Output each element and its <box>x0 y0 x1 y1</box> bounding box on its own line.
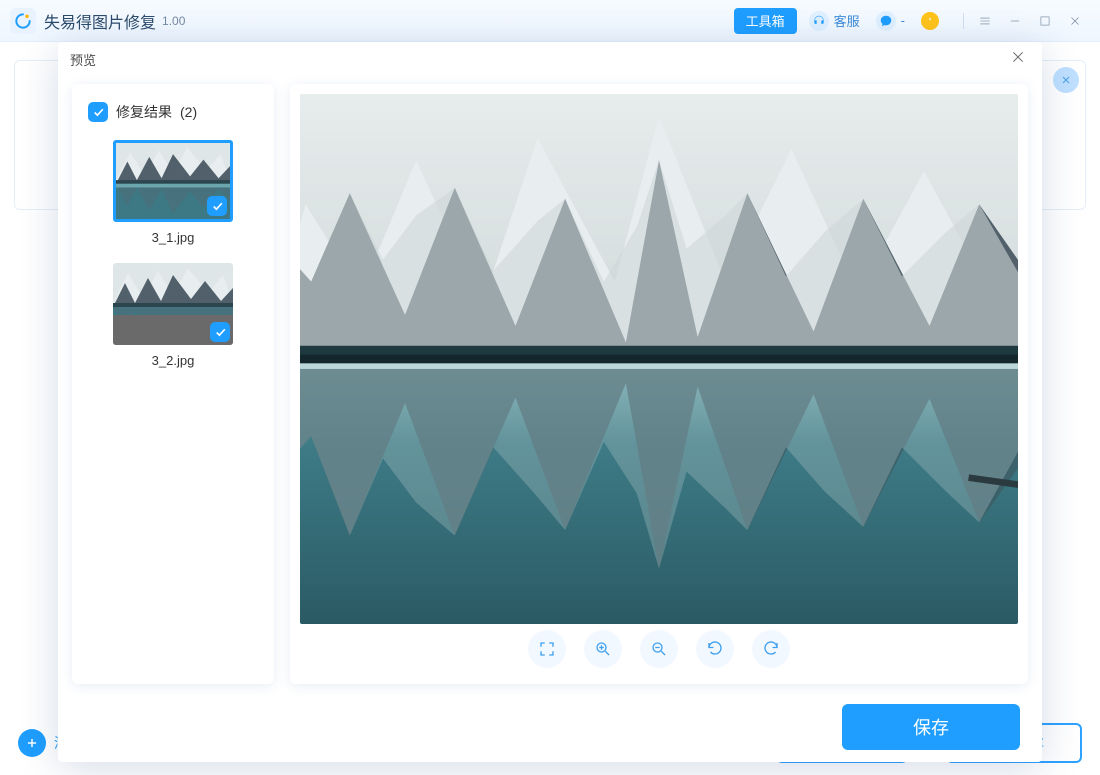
thumbnail-checkbox[interactable] <box>210 322 230 342</box>
thumbnail-item[interactable]: 3_1.jpg <box>88 140 258 245</box>
thumbnail-filename: 3_1.jpg <box>88 230 258 245</box>
toolbox-button[interactable]: 工具箱 <box>734 8 797 34</box>
zoom-in-button[interactable] <box>584 630 622 668</box>
thumbnail-image[interactable] <box>113 140 233 222</box>
rotate-right-button[interactable] <box>752 630 790 668</box>
thumbnail-image[interactable] <box>113 263 233 345</box>
thumbnail-checkbox[interactable] <box>207 196 227 216</box>
fullscreen-button[interactable] <box>528 630 566 668</box>
zoom-out-button[interactable] <box>640 630 678 668</box>
thumbnail-filename: 3_2.jpg <box>88 353 258 368</box>
feedback-link[interactable]: - <box>876 11 905 31</box>
modal-header: 预览 <box>58 42 1042 76</box>
app-version: 1.00 <box>162 14 185 28</box>
divider <box>963 13 964 29</box>
headset-icon <box>809 11 829 31</box>
support-label: 客服 <box>834 11 860 30</box>
sidebar-header-label: 修复结果 <box>116 102 172 122</box>
feedback-label: - <box>901 13 905 28</box>
app-logo-icon <box>10 8 36 34</box>
chat-icon <box>876 11 896 31</box>
coin-icon[interactable] <box>921 12 939 30</box>
preview-panel <box>290 84 1028 684</box>
modal-close-button[interactable] <box>1006 45 1030 74</box>
thumbnail-item[interactable]: 3_2.jpg <box>88 263 258 368</box>
modal-footer: 保存 <box>58 692 1042 762</box>
app-title: 失易得图片修复 <box>44 9 156 33</box>
modal-title: 预览 <box>70 50 96 69</box>
result-sidebar: 修复结果 (2) 3_1.jpg <box>72 84 274 684</box>
plus-icon <box>18 729 46 757</box>
window-controls <box>970 6 1090 36</box>
support-link[interactable]: 客服 <box>809 11 860 31</box>
title-bar: 失易得图片修复 1.00 工具箱 客服 - <box>0 0 1100 42</box>
sidebar-header[interactable]: 修复结果 (2) <box>88 102 258 122</box>
close-button[interactable] <box>1060 6 1090 36</box>
maximize-button[interactable] <box>1030 6 1060 36</box>
save-button[interactable]: 保存 <box>842 704 1020 750</box>
menu-button[interactable] <box>970 6 1000 36</box>
card-close-icon[interactable] <box>1053 67 1079 93</box>
preview-toolbar <box>300 624 1018 674</box>
preview-image[interactable] <box>300 94 1018 624</box>
sidebar-count: (2) <box>180 104 197 120</box>
rotate-left-button[interactable] <box>696 630 734 668</box>
minimize-button[interactable] <box>1000 6 1030 36</box>
preview-modal: 预览 修复结果 (2) <box>58 42 1042 762</box>
select-all-checkbox[interactable] <box>88 102 108 122</box>
